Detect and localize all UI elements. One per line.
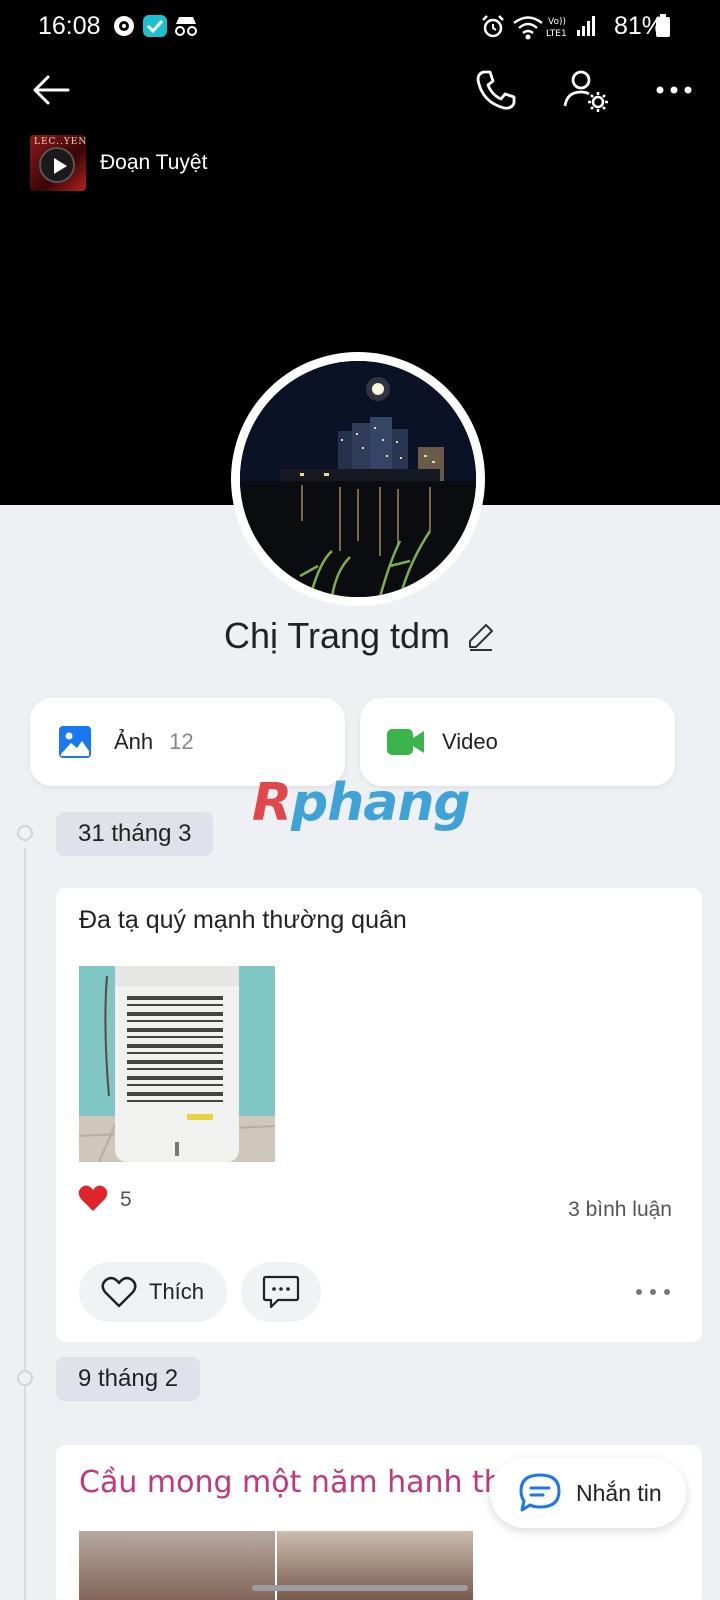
comment-icon — [262, 1275, 300, 1309]
incognito-icon — [175, 17, 197, 36]
wifi-icon — [513, 16, 543, 40]
comment-button[interactable] — [241, 1262, 321, 1322]
edit-pencil-icon[interactable] — [466, 621, 496, 651]
video-label: Video — [442, 729, 498, 754]
video-camera-icon — [387, 729, 424, 755]
music-cover-text: LEC..YEN — [34, 137, 86, 147]
signal-icon — [577, 16, 595, 36]
chat-bubble-icon — [519, 1473, 561, 1512]
post-date-chip: 31 tháng 3 — [56, 812, 214, 856]
photo-icon — [59, 726, 91, 758]
avatar-image — [240, 361, 476, 597]
post-date: 9 tháng 2 — [78, 1365, 179, 1392]
avatar[interactable] — [231, 352, 485, 606]
post-more-icon[interactable] — [634, 1280, 672, 1304]
timeline-line — [24, 848, 26, 1600]
feed-post[interactable]: Đa tạ quý mạnh thường quân 5 3 bình luận… — [56, 888, 702, 1342]
profile-settings-icon[interactable] — [562, 66, 610, 114]
post-text: Cầu mong một năm hanh thông — [79, 1465, 560, 1500]
volte-icon: Vo)) LTE1 — [546, 17, 567, 39]
post-text: Đa tạ quý mạnh thường quân — [79, 906, 407, 934]
app-notification-icon — [114, 16, 134, 36]
messenger-app-icon — [143, 15, 167, 37]
profile-name: Chị Trang tdm — [223, 615, 451, 656]
svg-text:LTE1: LTE1 — [546, 29, 567, 39]
music-title: Đoạn Tuyệt — [100, 151, 208, 174]
status-bar: 16:08 Vo)) LTE1 81% — [0, 0, 720, 56]
photos-count: 12 — [169, 729, 194, 754]
status-time: 16:08 — [38, 12, 101, 40]
profile-music[interactable]: LEC..YEN Đoạn Tuyệt — [30, 135, 207, 191]
svg-text:Vo)): Vo)) — [548, 17, 566, 27]
profile-name-row: Chị Trang tdm — [0, 600, 720, 672]
message-button[interactable]: Nhắn tin — [490, 1458, 686, 1528]
like-button[interactable]: Thích — [79, 1262, 227, 1322]
reaction-count[interactable]: 5 — [120, 1188, 132, 1212]
play-icon[interactable] — [39, 147, 75, 183]
timeline-dot — [17, 825, 33, 841]
post-date: 31 tháng 3 — [78, 820, 192, 847]
post-photo[interactable] — [79, 1531, 275, 1600]
alarm-icon — [482, 15, 504, 38]
timeline-dot — [17, 1370, 33, 1386]
like-label: Thích — [149, 1279, 205, 1304]
battery-icon — [656, 14, 670, 37]
post-photo[interactable] — [79, 966, 275, 1162]
heart-outline-icon — [101, 1276, 137, 1308]
more-options-icon[interactable] — [652, 68, 696, 112]
phone-icon[interactable] — [474, 68, 518, 112]
photos-label: Ảnh — [114, 729, 154, 754]
post-date-chip: 9 tháng 2 — [56, 1357, 201, 1401]
home-indicator[interactable] — [252, 1585, 468, 1591]
watermark-logo: Rphang — [252, 773, 471, 833]
back-arrow-icon[interactable] — [30, 68, 74, 112]
message-label: Nhắn tin — [576, 1479, 662, 1506]
music-cover[interactable]: LEC..YEN — [30, 135, 86, 191]
comment-count[interactable]: 3 bình luận — [568, 1198, 672, 1222]
heart-reaction-icon[interactable] — [78, 1184, 108, 1212]
